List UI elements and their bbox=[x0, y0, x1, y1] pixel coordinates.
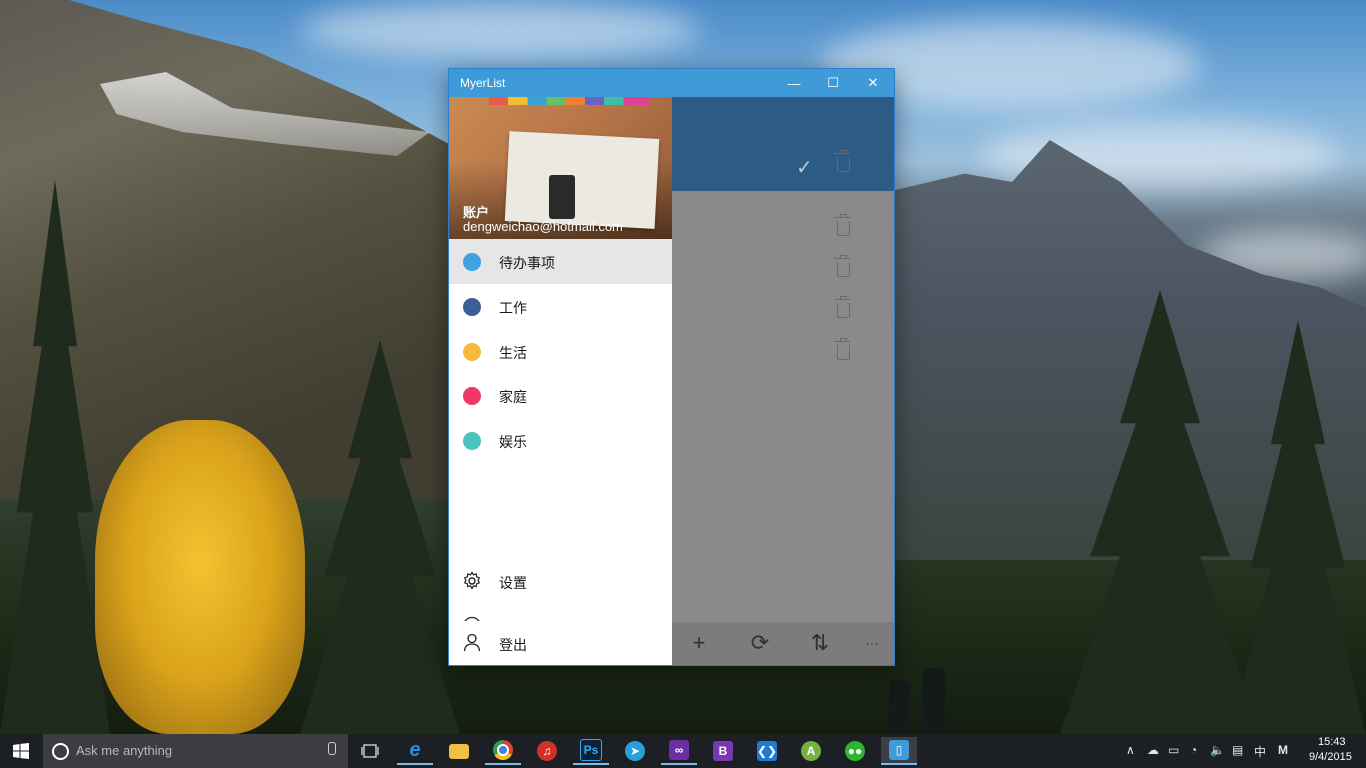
check-icon[interactable]: ✓ bbox=[796, 155, 813, 180]
person-icon bbox=[463, 633, 481, 652]
category-label: 娱乐 bbox=[499, 434, 527, 451]
blend-icon: B bbox=[713, 741, 733, 761]
category-item-todo[interactable]: 待办事项 bbox=[449, 239, 672, 284]
android-studio-icon: A bbox=[801, 741, 821, 761]
category-label: 家庭 bbox=[499, 389, 527, 406]
trash-icon[interactable] bbox=[834, 214, 850, 236]
microphone-icon[interactable] bbox=[328, 742, 336, 755]
category-label: 生活 bbox=[499, 344, 527, 361]
trash-icon[interactable] bbox=[834, 296, 850, 318]
taskbar-photoshop[interactable]: Ps bbox=[573, 737, 609, 765]
folder-icon bbox=[449, 743, 469, 759]
todo-list-panel: ✓ + ⟳ ⇅ ··· bbox=[672, 97, 894, 665]
category-item-entertainment[interactable]: 娱乐 bbox=[449, 418, 672, 463]
sort-icon[interactable]: ⇅ bbox=[805, 630, 835, 656]
search-box[interactable]: Ask me anything bbox=[43, 734, 348, 768]
trash-icon[interactable] bbox=[834, 255, 850, 277]
edge-icon: e bbox=[409, 738, 421, 761]
logout-row[interactable]: 登出 bbox=[449, 621, 672, 665]
m-indicator[interactable]: M bbox=[1278, 743, 1288, 757]
taskbar-explorer[interactable] bbox=[441, 737, 477, 765]
taskbar-visual-studio[interactable]: ∞ bbox=[661, 737, 697, 765]
music-icon: ♫ bbox=[537, 741, 557, 761]
list-header: ✓ bbox=[672, 97, 894, 191]
taskbar-chrome[interactable] bbox=[485, 737, 521, 765]
category-color-dot bbox=[463, 387, 481, 406]
settings-label: 设置 bbox=[499, 575, 527, 591]
command-bar: + ⟳ ⇅ ··· bbox=[672, 622, 894, 665]
logout-label: 登出 bbox=[499, 637, 527, 653]
notebook-image bbox=[504, 131, 660, 229]
maximize-button[interactable]: ☐ bbox=[813, 69, 853, 97]
clock-time[interactable]: 15:43 bbox=[1318, 736, 1346, 748]
category-label: 工作 bbox=[499, 299, 527, 316]
title-bar[interactable]: MyerList — ☐ ✕ bbox=[449, 69, 894, 97]
task-view-icon bbox=[361, 744, 379, 758]
taskbar-vscode[interactable]: ❮❯ bbox=[749, 737, 785, 765]
taskbar-android-studio[interactable]: A bbox=[793, 737, 829, 765]
telegram-icon: ➤ bbox=[625, 741, 645, 761]
taskbar: Ask me anything e ♫ Ps ➤ ∞ B ❮❯ A ●● ▯ ∧… bbox=[0, 734, 1366, 768]
battery-icon[interactable]: ▭ bbox=[1168, 743, 1179, 757]
taskbar-wechat[interactable]: ●● bbox=[837, 737, 873, 765]
category-item-life[interactable]: 生活 bbox=[449, 329, 672, 374]
visual-studio-icon: ∞ bbox=[669, 740, 689, 760]
category-item-work[interactable]: 工作 bbox=[449, 284, 672, 329]
ime-indicator[interactable]: 中 bbox=[1254, 743, 1266, 760]
photoshop-icon: Ps bbox=[580, 739, 602, 761]
account-email: dengweichao@hotmail.com bbox=[463, 219, 623, 234]
onedrive-icon[interactable]: ☁ bbox=[1147, 743, 1159, 757]
myerlist-icon: ▯ bbox=[889, 740, 909, 760]
pencils-image bbox=[489, 97, 649, 105]
app-window: MyerList — ☐ ✕ ✓ + ⟳ ⇅ ··· 账户 dengweicha… bbox=[449, 69, 894, 665]
wechat-icon: ●● bbox=[845, 741, 865, 761]
more-icon[interactable]: ··· bbox=[857, 630, 887, 656]
minimize-button[interactable]: — bbox=[774, 69, 814, 97]
hiker bbox=[923, 668, 945, 734]
cortana-icon bbox=[52, 743, 69, 760]
taskbar-myerlist[interactable]: ▯ bbox=[881, 737, 917, 765]
hiker bbox=[889, 680, 909, 734]
clock-date[interactable]: 9/4/2015 bbox=[1309, 751, 1352, 763]
category-label: 待办事项 bbox=[499, 255, 555, 271]
add-icon[interactable]: + bbox=[684, 630, 714, 656]
yellow-tree bbox=[95, 420, 305, 734]
windows-icon bbox=[13, 743, 29, 759]
task-view-button[interactable] bbox=[352, 737, 388, 765]
taskbar-telegram[interactable]: ➤ bbox=[617, 737, 653, 765]
start-button[interactable] bbox=[0, 734, 42, 768]
category-color-dot bbox=[463, 253, 481, 271]
chrome-icon bbox=[493, 740, 513, 760]
trash-icon[interactable] bbox=[834, 338, 850, 360]
category-color-dot bbox=[463, 297, 481, 316]
navigation-pane: 账户 dengweichao@hotmail.com 待办事项 工作 生活 家庭 娱乐 … bbox=[449, 97, 672, 665]
gear-icon bbox=[463, 571, 481, 590]
phone-image bbox=[549, 175, 575, 219]
taskbar-netease-music[interactable]: ♫ bbox=[529, 737, 565, 765]
search-placeholder: Ask me anything bbox=[76, 743, 173, 758]
taskbar-blend[interactable]: B bbox=[705, 737, 741, 765]
trash-icon[interactable] bbox=[834, 150, 850, 172]
settings-item[interactable]: 设置 bbox=[449, 560, 672, 605]
account-header[interactable]: 账户 dengweichao@hotmail.com bbox=[449, 97, 672, 239]
category-item-family[interactable]: 家庭 bbox=[449, 373, 672, 418]
taskbar-edge[interactable]: e bbox=[397, 737, 433, 765]
window-title: MyerList bbox=[460, 76, 506, 90]
category-color-dot bbox=[463, 432, 481, 451]
sync-icon[interactable]: ⟳ bbox=[745, 630, 775, 656]
wifi-icon[interactable]: ◔ bbox=[1190, 743, 1197, 757]
notification-icon[interactable]: ▤ bbox=[1232, 743, 1243, 757]
volume-icon[interactable]: 🔈 bbox=[1210, 743, 1225, 757]
category-color-dot bbox=[463, 342, 481, 361]
cloud bbox=[300, 0, 700, 60]
vscode-icon: ❮❯ bbox=[757, 741, 777, 761]
chevron-up-icon[interactable]: ∧ bbox=[1126, 743, 1135, 757]
close-button[interactable]: ✕ bbox=[853, 69, 893, 97]
